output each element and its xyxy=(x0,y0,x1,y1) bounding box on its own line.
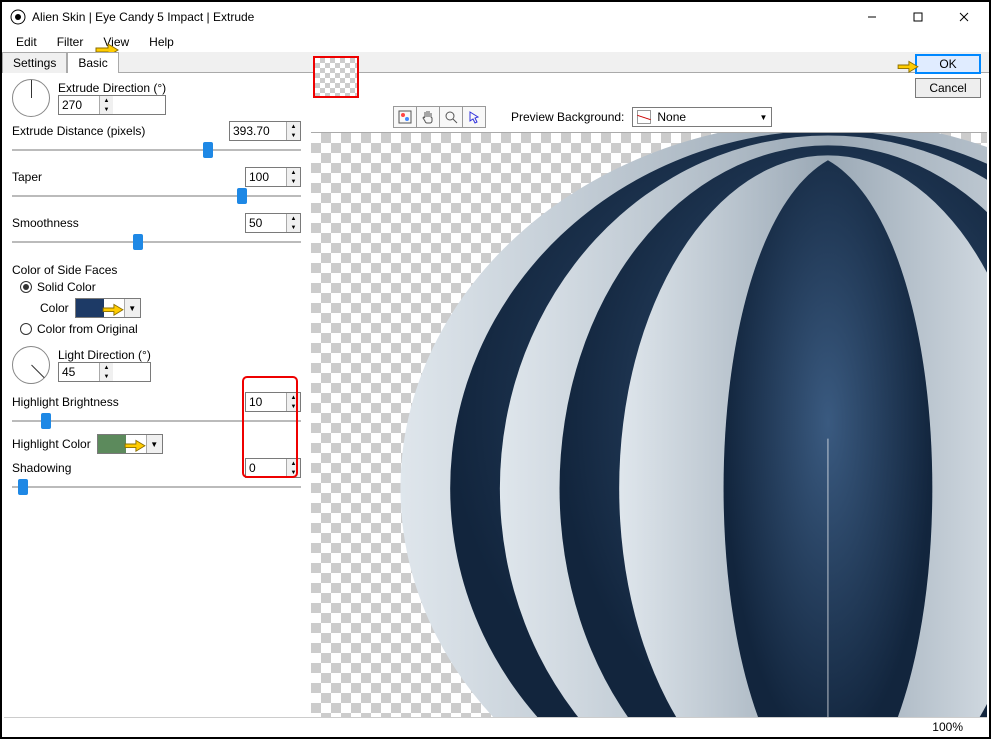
minimize-button[interactable] xyxy=(849,3,895,31)
pan-button[interactable] xyxy=(416,106,440,128)
direction-label: Extrude Direction (°) xyxy=(58,81,166,95)
tab-settings[interactable]: Settings xyxy=(2,52,67,73)
pointer-button[interactable] xyxy=(462,106,486,128)
shadowing-input[interactable]: ▲▼ xyxy=(245,458,301,478)
ok-button[interactable]: OK xyxy=(915,54,981,74)
color-from-original-radio[interactable]: Color from Original xyxy=(20,322,293,336)
highlight-brightness-input[interactable]: ▲▼ xyxy=(245,392,301,412)
smoothness-slider[interactable] xyxy=(12,233,301,251)
distance-input[interactable]: ▲▼ xyxy=(229,121,301,141)
smoothness-label: Smoothness xyxy=(12,216,245,230)
light-direction-dial[interactable] xyxy=(12,346,50,384)
shadowing-slider[interactable] xyxy=(12,478,301,496)
light-direction-input[interactable]: ▲▼ xyxy=(58,362,151,382)
menu-filter[interactable]: Filter xyxy=(47,35,94,49)
window-title: Alien Skin | Eye Candy 5 Impact | Extrud… xyxy=(32,10,849,24)
pointer-annotation-icon xyxy=(895,56,921,74)
close-button[interactable] xyxy=(941,3,987,31)
zoom-level: 100% xyxy=(932,720,963,734)
preview-bg-label: Preview Background: xyxy=(511,110,624,124)
distance-slider[interactable] xyxy=(12,141,301,159)
preview-bg-select[interactable]: None ▼ xyxy=(632,107,772,127)
app-icon xyxy=(10,9,26,25)
highlight-brightness-label: Highlight Brightness xyxy=(12,395,245,409)
solid-color-radio[interactable]: Solid Color xyxy=(20,280,293,294)
direction-input[interactable]: ▲▼ xyxy=(58,95,166,115)
highlight-color-label: Highlight Color xyxy=(12,437,91,451)
tab-basic[interactable]: Basic xyxy=(67,52,118,73)
pointer-annotation-icon xyxy=(100,299,126,317)
preset-thumbnail[interactable] xyxy=(313,56,359,98)
zoom-fit-button[interactable] xyxy=(393,106,417,128)
zoom-button[interactable] xyxy=(439,106,463,128)
taper-input[interactable]: ▲▼ xyxy=(245,167,301,187)
cancel-button[interactable]: Cancel xyxy=(915,78,981,98)
side-color-picker[interactable]: ▼ xyxy=(75,298,141,318)
taper-label: Taper xyxy=(12,170,245,184)
menu-help[interactable]: Help xyxy=(139,35,184,49)
distance-label: Extrude Distance (pixels) xyxy=(12,124,229,138)
smoothness-input[interactable]: ▲▼ xyxy=(245,213,301,233)
none-swatch-icon xyxy=(637,110,651,124)
preview-canvas[interactable] xyxy=(311,132,987,717)
maximize-button[interactable] xyxy=(895,3,941,31)
color-label: Color xyxy=(40,301,69,315)
menu-edit[interactable]: Edit xyxy=(6,35,47,49)
highlight-color-picker[interactable]: ▼ xyxy=(97,434,163,454)
shadowing-label: Shadowing xyxy=(12,461,245,475)
taper-slider[interactable] xyxy=(12,187,301,205)
pointer-annotation-icon xyxy=(122,435,148,453)
sidefaces-label: Color of Side Faces xyxy=(12,263,301,277)
highlight-brightness-slider[interactable] xyxy=(12,412,301,430)
light-direction-label: Light Direction (°) xyxy=(58,348,151,362)
direction-dial[interactable] xyxy=(12,79,50,117)
